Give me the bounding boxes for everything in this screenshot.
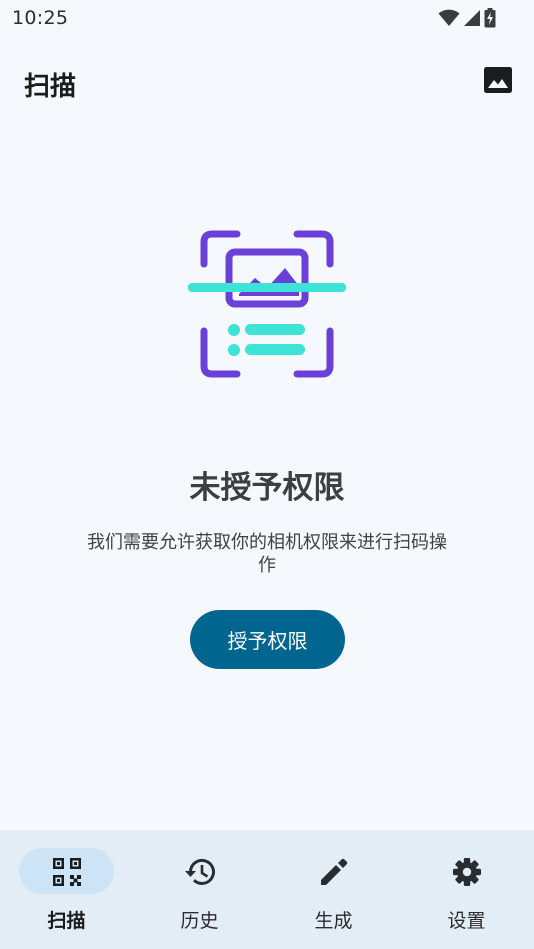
nav-item-settings[interactable]: 设置 — [400, 830, 533, 949]
grant-permission-label: 授予权限 — [227, 629, 308, 653]
image-icon — [484, 67, 512, 97]
permission-title: 未授予权限 — [189, 470, 345, 506]
nav-item-generate[interactable]: 生成 — [267, 830, 400, 949]
gear-icon — [451, 856, 483, 888]
battery-charging-icon — [484, 8, 496, 32]
gallery-button[interactable] — [482, 66, 514, 98]
nav-label-generate: 生成 — [314, 910, 353, 932]
app-bar: 扫描 — [0, 56, 534, 112]
nav-item-history[interactable]: 历史 — [133, 830, 266, 949]
grant-permission-button[interactable]: 授予权限 — [190, 610, 345, 669]
nav-item-scan[interactable]: 扫描 — [0, 830, 133, 949]
bottom-navigation: 扫描 历史 生成 设置 — [0, 830, 534, 949]
nav-label-history: 历史 — [180, 910, 219, 932]
page-title: 扫描 — [24, 72, 77, 102]
nav-label-settings: 设置 — [447, 910, 486, 932]
scan-illustration — [187, 226, 347, 382]
status-icons — [438, 8, 496, 32]
permission-description: 我们需要允许获取你的相机权限来进行扫码操作 — [87, 532, 447, 576]
status-time: 10:25 — [12, 7, 69, 29]
qr-code-icon — [51, 856, 83, 888]
cellular-signal-icon — [463, 9, 481, 31]
nav-label-scan: 扫描 — [47, 910, 86, 932]
wifi-icon — [438, 9, 460, 31]
status-bar: 10:25 — [0, 0, 534, 38]
history-icon — [184, 856, 216, 888]
pencil-icon — [318, 856, 350, 888]
